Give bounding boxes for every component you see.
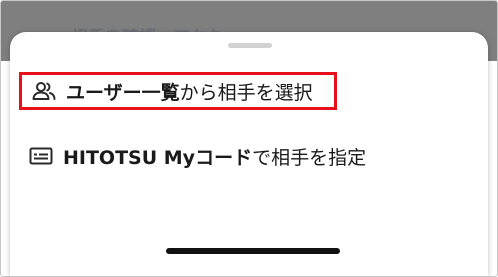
select-from-user-list-option[interactable]: ユーザー一覧 から相手を選択 — [19, 72, 337, 110]
screenshot-frame: 相手を確認・アクター ユーザー一覧から相手を選択 — [0, 0, 498, 277]
option-label-rest: から相手を選択 — [179, 81, 313, 104]
option-label-rest: で相手を指定 — [252, 146, 367, 169]
specify-by-hitotsu-my-code-option[interactable]: HITOTSU Myコード で相手を指定 — [19, 137, 379, 175]
option-label-emphasis: ユーザー一覧 — [66, 81, 180, 104]
sheet-grabber-handle[interactable] — [228, 43, 272, 48]
users-icon — [32, 80, 58, 102]
option-label-emphasis: HITOTSU Myコード — [63, 146, 253, 169]
action-bottom-sheet: ユーザー一覧 から相手を選択 HITOTSU Myコード で相手を指定 — [10, 32, 488, 276]
home-indicator-bar — [166, 248, 340, 254]
id-card-icon — [29, 145, 55, 167]
